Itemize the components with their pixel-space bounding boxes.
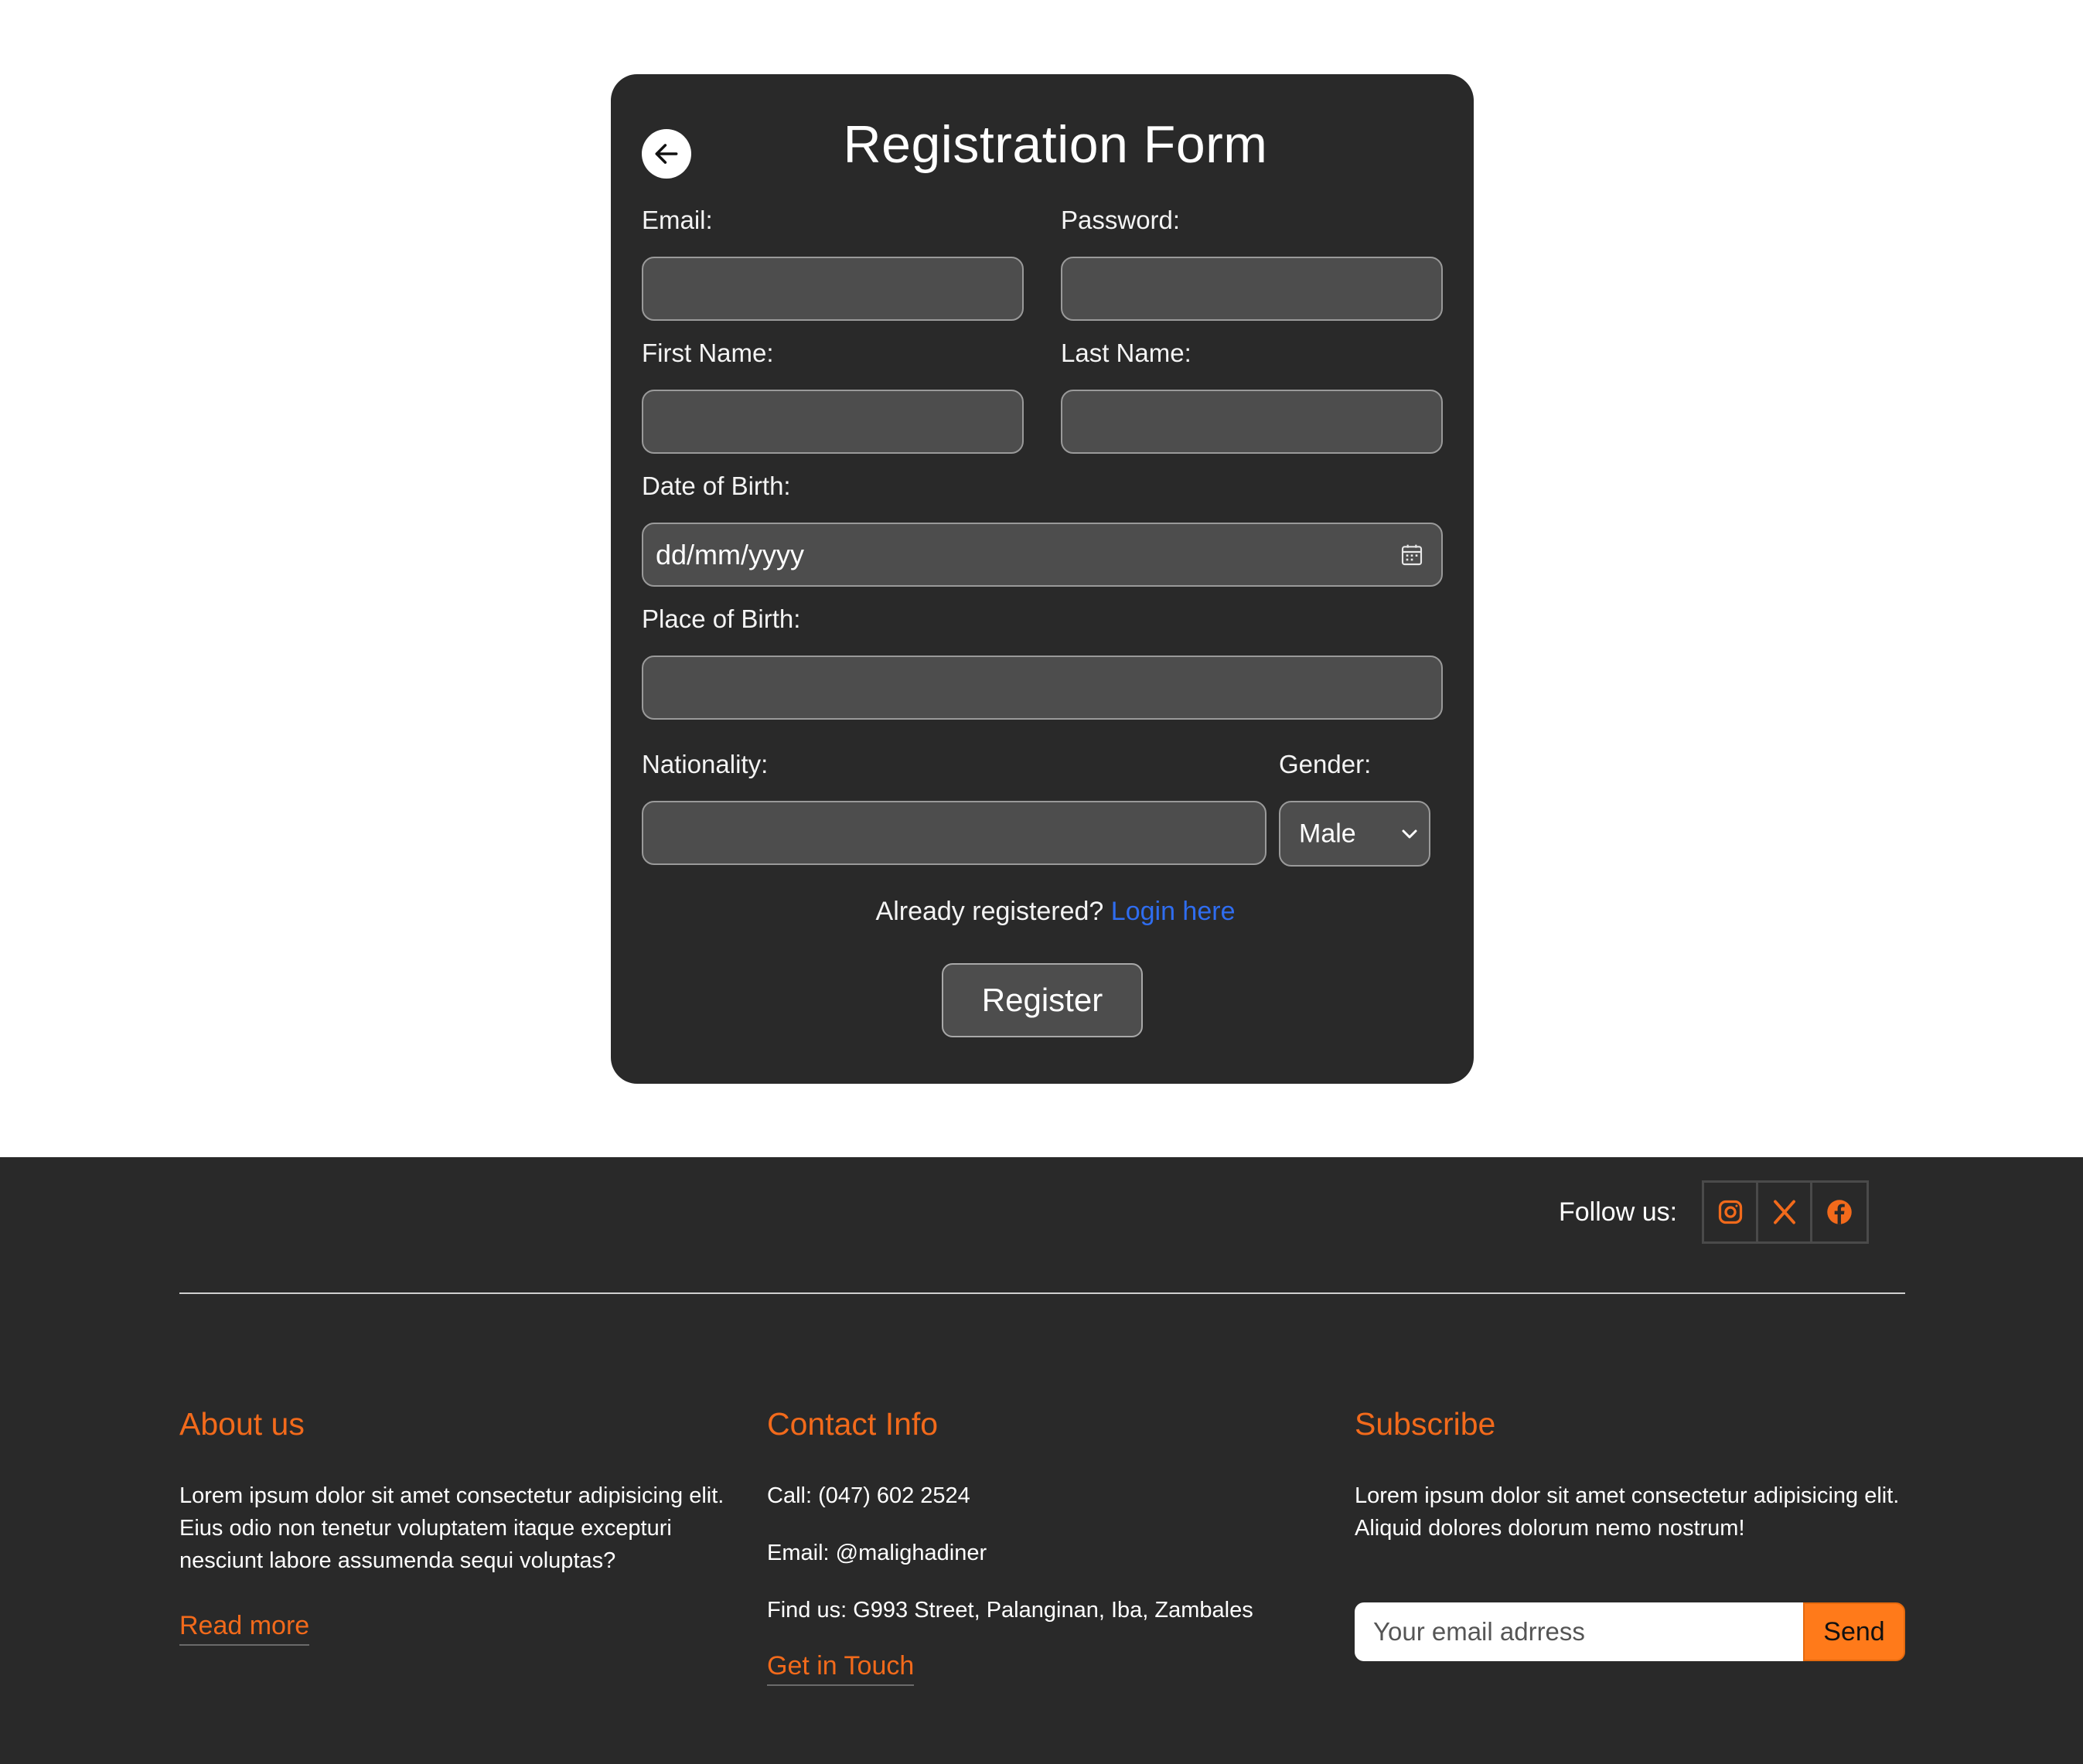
- subscribe-heading: Subscribe: [1355, 1406, 1496, 1442]
- pob-field[interactable]: [642, 656, 1443, 720]
- subscribe-placeholder: Your email adrress: [1373, 1617, 1585, 1646]
- password-field[interactable]: [1061, 257, 1443, 321]
- subscribe-column: Subscribe Lorem ipsum dolor sit amet con…: [1355, 1406, 1911, 1661]
- contact-call: Call: (047) 602 2524: [767, 1483, 970, 1508]
- subscribe-email-input[interactable]: Your email adrress: [1355, 1602, 1803, 1661]
- gender-value: Male: [1299, 819, 1356, 848]
- read-more-link[interactable]: Read more: [179, 1611, 310, 1646]
- pob-label: Place of Birth:: [642, 604, 801, 633]
- x-icon: [1773, 1200, 1795, 1224]
- chevron-down-icon: [1402, 829, 1417, 838]
- email-label: Email:: [642, 206, 713, 234]
- last-name-field[interactable]: [1061, 390, 1443, 454]
- social-links: [1702, 1180, 1869, 1244]
- about-column: About us Lorem ipsum dolor sit amet cons…: [179, 1406, 736, 1646]
- about-text: Lorem ipsum dolor sit amet consectetur a…: [179, 1483, 724, 1573]
- registration-card: Registration Form Email: Password: First…: [611, 74, 1474, 1084]
- contact-address: Find us: G993 Street, Palanginan, Iba, Z…: [767, 1598, 1253, 1623]
- login-link[interactable]: Login here: [1111, 897, 1236, 926]
- footer: Follow us: About us Lorem ipsum dolor si…: [0, 1157, 2083, 1764]
- dob-field[interactable]: dd/mm/yyyy: [642, 523, 1443, 587]
- facebook-icon: [1827, 1200, 1852, 1224]
- password-label: Password:: [1061, 206, 1181, 234]
- instagram-icon: [1718, 1200, 1742, 1224]
- email-field[interactable]: [642, 257, 1024, 321]
- gender-select[interactable]: Male: [1279, 801, 1430, 867]
- instagram-button[interactable]: [1704, 1183, 1759, 1241]
- contact-heading: Contact Info: [767, 1406, 939, 1442]
- nationality-field[interactable]: [642, 801, 1267, 865]
- first-name-field[interactable]: [642, 390, 1024, 454]
- dob-label: Date of Birth:: [642, 472, 791, 500]
- send-button[interactable]: Send: [1803, 1602, 1905, 1661]
- footer-divider: [179, 1292, 1905, 1294]
- about-heading: About us: [179, 1406, 305, 1442]
- follow-label: Follow us:: [1559, 1197, 1678, 1227]
- facebook-button[interactable]: [1812, 1183, 1867, 1241]
- dob-placeholder: dd/mm/yyyy: [656, 538, 805, 570]
- last-name-label: Last Name:: [1061, 339, 1192, 367]
- x-button[interactable]: [1758, 1183, 1813, 1241]
- nationality-label: Nationality:: [642, 750, 769, 778]
- first-name-label: First Name:: [642, 339, 774, 367]
- register-button[interactable]: Register: [942, 963, 1143, 1037]
- form-title: Registration Form: [843, 115, 1268, 174]
- contact-column: Contact Info Call: (047) 602 2524 Email:…: [767, 1406, 1324, 1686]
- subscribe-form: Your email adrress Send: [1355, 1602, 1905, 1661]
- contact-email: Email: @malighadiner: [767, 1541, 987, 1565]
- already-registered: Already registered? Login here: [611, 897, 1474, 927]
- subscribe-text: Lorem ipsum dolor sit amet consectetur a…: [1355, 1483, 1900, 1541]
- already-text: Already registered?: [875, 897, 1104, 926]
- gender-label: Gender:: [1279, 750, 1372, 778]
- page: Registration Form Email: Password: First…: [0, 0, 2083, 1764]
- calendar-icon[interactable]: [1399, 543, 1424, 567]
- get-in-touch-link[interactable]: Get in Touch: [767, 1651, 915, 1686]
